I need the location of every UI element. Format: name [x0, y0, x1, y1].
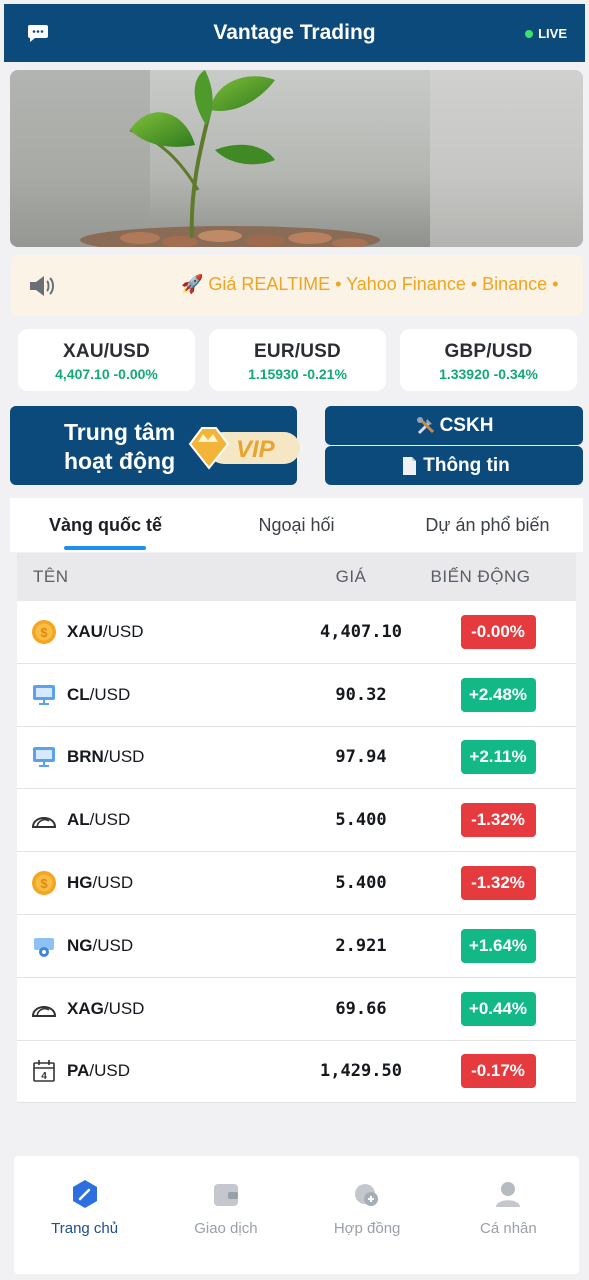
monitor-icon	[31, 682, 57, 708]
nav-trade[interactable]: Giao dịch	[155, 1156, 296, 1274]
live-dot-icon	[525, 29, 534, 38]
promo-banner	[10, 70, 583, 247]
instrument-name: $ HG/USD	[17, 870, 302, 896]
quote-card[interactable]: EUR/USD 1.15930 -0.21%	[209, 329, 386, 391]
svg-text:4: 4	[41, 1071, 47, 1082]
instrument-price: 5.400	[335, 810, 387, 831]
table-row[interactable]: CL/USD 90.32 +2.48%	[17, 663, 576, 727]
tab-forex[interactable]: Ngoại hối	[201, 498, 392, 552]
change-badge: -0.00%	[460, 614, 536, 649]
quote-symbol: EUR/USD	[254, 341, 341, 362]
coin-icon: $	[31, 619, 57, 645]
nav-trade-label: Giao dịch	[194, 1220, 258, 1237]
document-icon	[403, 456, 417, 475]
instrument-price: 69.66	[335, 998, 387, 1019]
coin-icon: $	[31, 870, 57, 896]
calendar-icon: 4	[31, 1058, 57, 1084]
instrument-name: XAG/USD	[17, 996, 302, 1022]
tools-icon	[416, 416, 434, 434]
ticker-text: 🚀 Giá REALTIME • Yahoo Finance • Binance…	[181, 274, 559, 294]
change-badge: -0.17%	[460, 1054, 536, 1089]
instrument-price: 1,429.50	[320, 1061, 402, 1082]
contract-icon	[355, 1184, 379, 1206]
column-price: GIÁ	[335, 567, 367, 586]
customer-support-button[interactable]: CSKH	[325, 406, 583, 445]
chat-icon[interactable]	[26, 21, 50, 45]
plant-coins-image	[10, 70, 583, 247]
column-name: TÊN	[33, 567, 69, 586]
monitor-icon	[31, 744, 57, 770]
instrument-price: 5.400	[335, 873, 387, 894]
instrument-price: 90.32	[335, 684, 387, 705]
svg-text:$: $	[40, 876, 48, 891]
customer-support-label: CSKH	[439, 414, 494, 436]
table-row[interactable]: NG/USD 2.921 +1.64%	[17, 914, 576, 978]
home-icon	[72, 1180, 97, 1208]
instrument-name: AL/USD	[17, 807, 302, 833]
vip-badge-icon: VIP	[188, 427, 300, 470]
change-badge: +2.48%	[460, 677, 536, 712]
instrument-price: 4,407.10	[320, 621, 402, 642]
activity-center-label: Trung tâm hoạt động	[64, 419, 176, 474]
news-ticker: 🚀 Giá REALTIME • Yahoo Finance • Binance…	[11, 255, 583, 316]
nav-contract[interactable]: Hợp đồng	[297, 1156, 438, 1274]
instrument-name: BRN/USD	[17, 744, 302, 770]
instrument-name: CL/USD	[17, 682, 302, 708]
column-change: BIẾN ĐỘNG	[430, 567, 531, 586]
bottom-navigation: Trang chủ Giao dịch Hợp đồng Cá nhân	[14, 1156, 579, 1274]
change-badge: +1.64%	[460, 928, 536, 963]
table-row[interactable]: $ XAU/USD 4,407.10 -0.00%	[17, 601, 576, 664]
wallet-icon	[213, 1184, 238, 1206]
activity-center-button[interactable]: Trung tâm hoạt động VIP	[10, 406, 300, 485]
quote-card[interactable]: GBP/USD 1.33920 -0.34%	[400, 329, 577, 391]
live-indicator: LIVE	[525, 26, 567, 41]
quote-price-change: 1.15930 -0.21%	[248, 366, 347, 382]
quote-price-change: 1.33920 -0.34%	[439, 366, 538, 382]
taco-icon	[31, 807, 57, 833]
category-tabs: Vàng quốc tế Ngoại hối Dự án phổ biến	[10, 498, 583, 552]
info-button[interactable]: Thông tin	[325, 446, 583, 485]
svg-text:$: $	[40, 625, 48, 640]
quote-price-change: 4,407.10 -0.00%	[55, 366, 158, 382]
table-row[interactable]: AL/USD 5.400 -1.32%	[17, 789, 576, 853]
speaker-icon	[30, 276, 54, 296]
gear-box-icon	[31, 933, 57, 959]
change-badge: -1.32%	[460, 866, 536, 901]
nav-home-label: Trang chủ	[51, 1220, 119, 1237]
app-title: Vantage Trading	[213, 21, 376, 44]
market-table: TÊN GIÁ BIẾN ĐỘNG $ XAU/USD 4,407.10 -0.00%…	[17, 553, 576, 1104]
table-row[interactable]: $ HG/USD 5.400 -1.32%	[17, 852, 576, 915]
instrument-name: $ XAU/USD	[17, 619, 302, 645]
live-label: LIVE	[538, 26, 567, 41]
table-header: TÊN GIÁ BIẾN ĐỘNG	[17, 553, 576, 601]
table-row[interactable]: XAG/USD 69.66 +0.44%	[17, 977, 576, 1041]
app-header: Vantage Trading LIVE	[4, 4, 585, 62]
taco-icon	[31, 996, 57, 1022]
table-row[interactable]: 4 PA/USD 1,429.50 -0.17%	[17, 1040, 576, 1104]
user-icon	[496, 1182, 521, 1207]
quote-symbol: XAU/USD	[63, 341, 150, 362]
tab-popular-projects[interactable]: Dự án phổ biến	[392, 498, 583, 552]
change-badge: +0.44%	[460, 991, 536, 1026]
quote-symbol: GBP/USD	[444, 341, 533, 362]
info-label: Thông tin	[423, 454, 510, 476]
nav-profile[interactable]: Cá nhân	[438, 1156, 579, 1274]
nav-home[interactable]: Trang chủ	[14, 1156, 155, 1274]
table-row[interactable]: BRN/USD 97.94 +2.11%	[17, 726, 576, 790]
tab-international-gold[interactable]: Vàng quốc tế	[10, 498, 201, 552]
instrument-price: 97.94	[335, 747, 387, 768]
change-badge: -1.32%	[460, 803, 536, 838]
quote-card[interactable]: XAU/USD 4,407.10 -0.00%	[18, 329, 195, 391]
quote-cards: XAU/USD 4,407.10 -0.00% EUR/USD 1.15930 …	[18, 329, 577, 391]
instrument-name: NG/USD	[17, 933, 302, 959]
instrument-name: 4 PA/USD	[17, 1058, 302, 1084]
svg-text:VIP: VIP	[236, 436, 276, 463]
instrument-price: 2.921	[335, 935, 387, 956]
nav-profile-label: Cá nhân	[480, 1220, 537, 1237]
nav-contract-label: Hợp đồng	[333, 1220, 401, 1237]
change-badge: +2.11%	[460, 740, 536, 775]
